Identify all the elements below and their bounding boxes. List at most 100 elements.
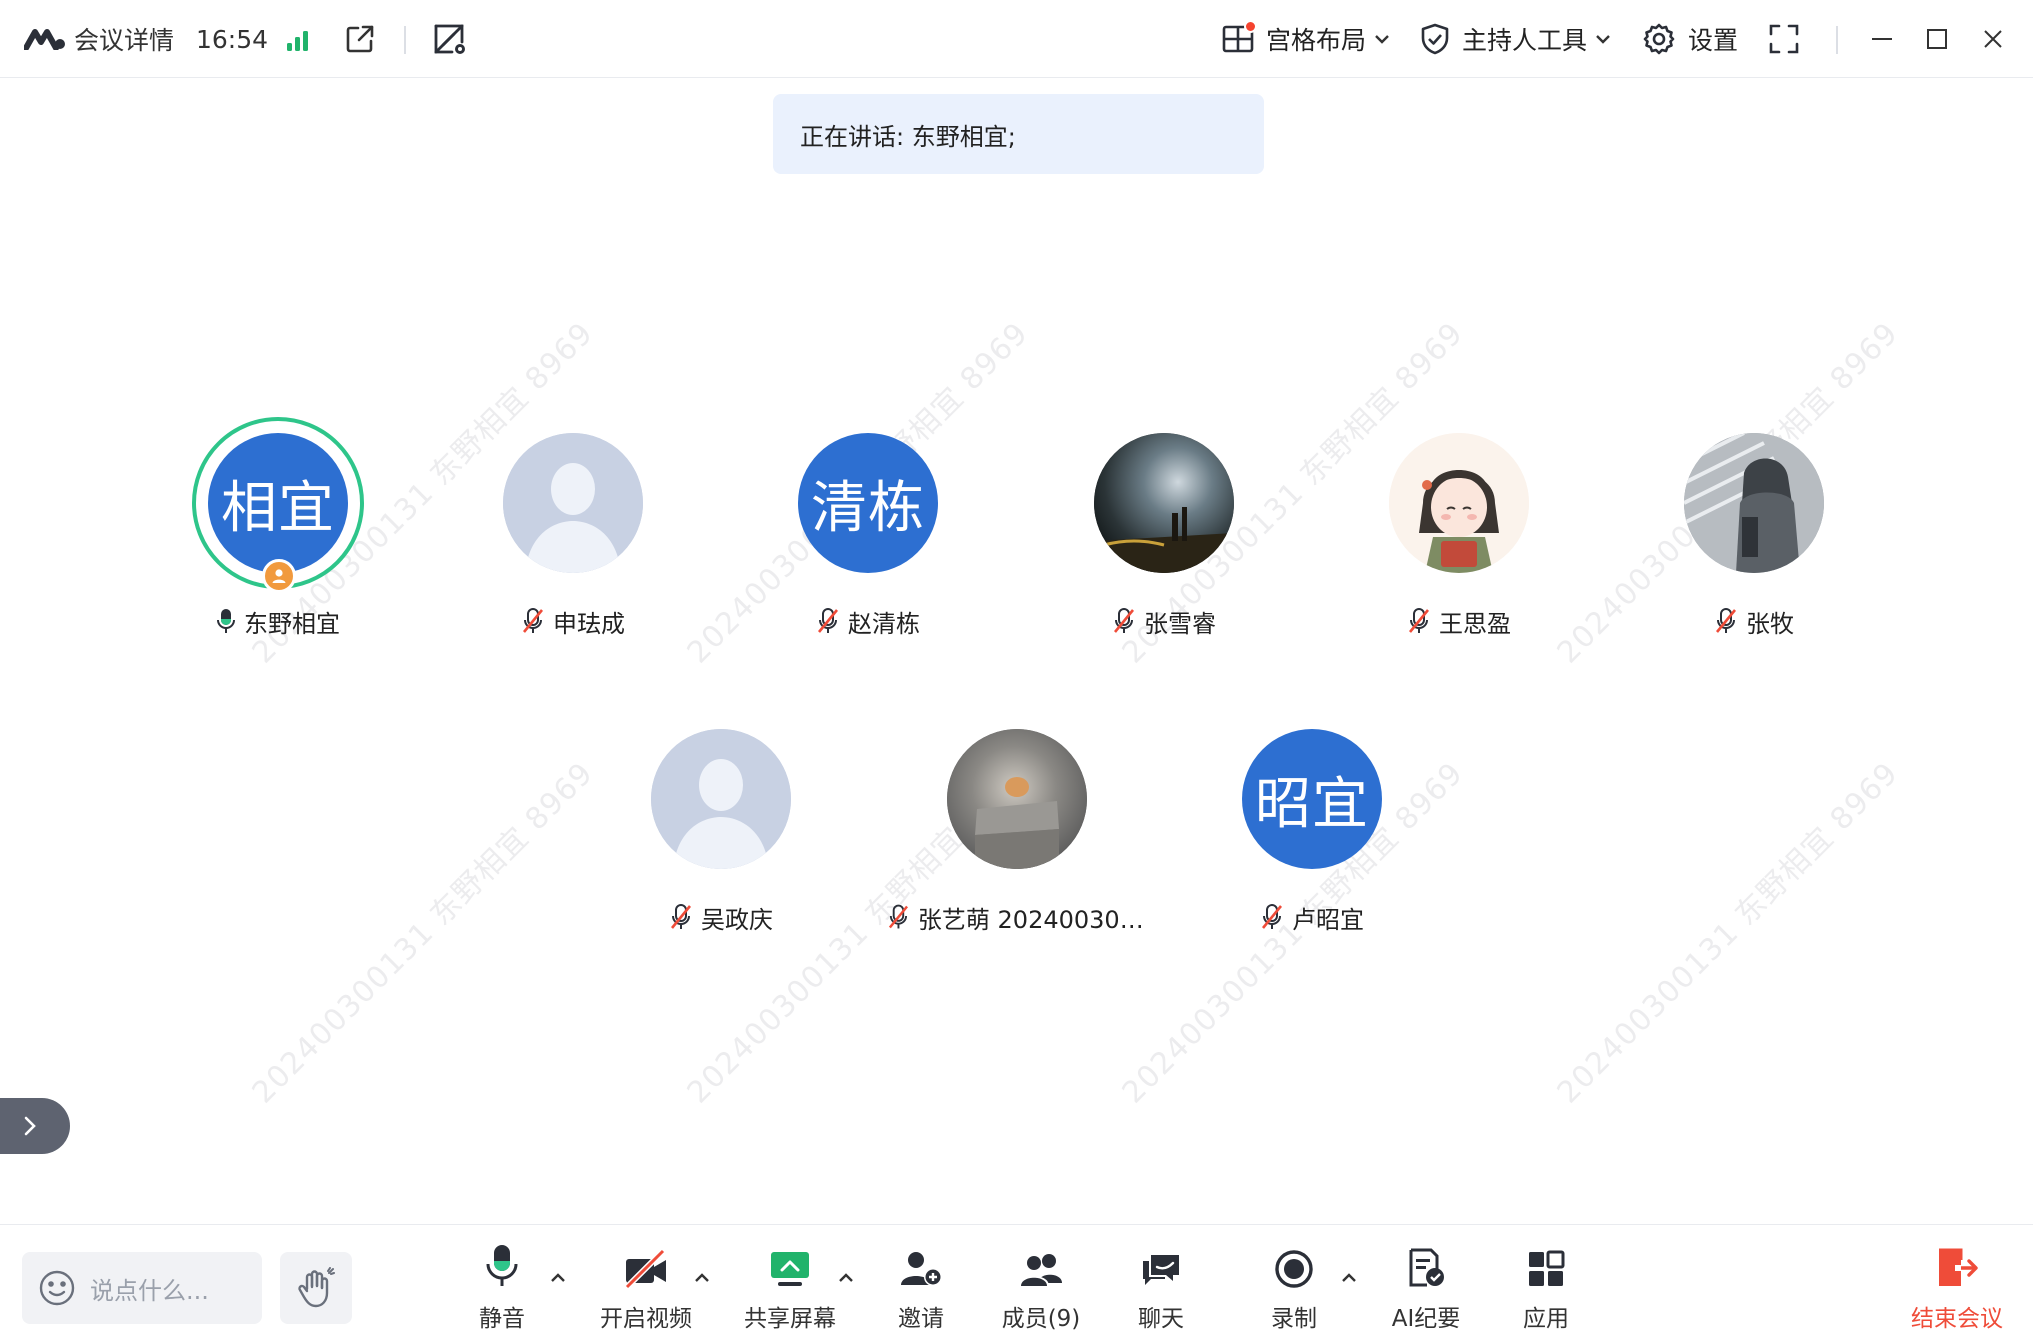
network-signal-icon[interactable] <box>286 0 314 78</box>
video-options-caret-icon[interactable] <box>693 1269 711 1287</box>
record-label: 录制 <box>1271 1306 1317 1332</box>
avatar: 相宜 <box>192 417 364 593</box>
end-meeting-button[interactable]: 结束会议 <box>1897 1239 2017 1335</box>
close-button[interactable] <box>1982 0 2004 78</box>
participant-name: 赵清栋 <box>848 609 920 638</box>
participant-tile[interactable]: 昭宜 卢昭宜 <box>1182 729 1442 959</box>
host-tools-label: 主持人工具 <box>1462 26 1588 55</box>
invite-user-icon <box>901 1252 942 1286</box>
start-video-label: 开启视频 <box>600 1306 692 1332</box>
chat-label: 聊天 <box>1138 1306 1184 1332</box>
meeting-details-button[interactable]: 会议详情 <box>24 0 174 78</box>
emoji-icon <box>39 1270 75 1306</box>
avatar-photo <box>1684 433 1824 573</box>
meeting-time: 16:54 <box>196 0 268 78</box>
participant-tile[interactable]: 张艺萌 202400300... <box>887 729 1147 959</box>
network-settings-icon[interactable] <box>432 0 468 78</box>
members-button[interactable]: 成员(9) <box>986 1239 1096 1335</box>
apps-button[interactable]: 应用 <box>1491 1239 1601 1335</box>
mute-label: 静音 <box>479 1306 525 1332</box>
chat-button[interactable]: 聊天 <box>1106 1239 1216 1335</box>
participant-name: 王思盈 <box>1439 609 1511 638</box>
mic-muted-icon <box>1715 608 1737 633</box>
start-video-button[interactable]: 开启视频 <box>591 1239 701 1335</box>
end-meeting-label: 结束会议 <box>1911 1306 2003 1332</box>
mic-muted-icon <box>1261 904 1283 929</box>
toolbar-divider <box>1836 26 1838 54</box>
record-button[interactable]: 录制 <box>1239 1239 1349 1335</box>
participant-name: 张艺萌 202400300... <box>917 905 1147 934</box>
mute-button[interactable]: 静音 <box>447 1239 557 1335</box>
chat-input[interactable]: 说点什么... <box>22 1252 262 1324</box>
chat-icon <box>1143 1255 1179 1285</box>
raise-hand-icon <box>298 1267 335 1308</box>
avatar-photo <box>1094 433 1234 573</box>
gear-icon <box>1643 23 1675 55</box>
invite-label: 邀请 <box>898 1306 944 1332</box>
record-icon <box>1275 1250 1313 1288</box>
participant-name: 张牧 <box>1746 609 1794 638</box>
avatar: 昭宜 <box>1242 729 1382 869</box>
microphone-icon <box>486 1245 518 1286</box>
toolbar-divider <box>404 26 406 54</box>
avatar-initials: 相宜 <box>208 433 348 573</box>
share-screen-icon <box>771 1252 809 1286</box>
chevron-down-icon <box>1375 35 1389 44</box>
avatar-photo <box>947 729 1087 869</box>
share-screen-label: 共享屏幕 <box>744 1306 836 1332</box>
record-options-caret-icon[interactable] <box>1340 1269 1358 1287</box>
mic-on-icon <box>217 609 235 633</box>
mic-muted-icon <box>888 904 909 929</box>
participant-name: 张雪睿 <box>1144 609 1216 638</box>
meeting-window: 会议详情 16:54 宫格布局 主持人工具 设置 正在讲话: 东野相宜; 202… <box>0 0 2033 1342</box>
host-tools-button[interactable]: 主持人工具 <box>1420 0 1611 78</box>
share-link-icon[interactable] <box>344 0 376 78</box>
members-icon <box>1018 1254 1062 1287</box>
close-icon <box>1984 30 2002 48</box>
raise-hand-button[interactable] <box>280 1252 352 1324</box>
ai-minutes-label: AI纪要 <box>1391 1306 1461 1332</box>
maximize-button[interactable] <box>1926 0 1948 78</box>
avatar <box>503 433 643 573</box>
invite-button[interactable]: 邀请 <box>866 1239 976 1335</box>
grid-layout-button[interactable]: 宫格布局 <box>1222 0 1390 78</box>
participant-name: 吴政庆 <box>701 905 773 934</box>
speaking-text: 正在讲话: 东野相宜; <box>800 122 1016 151</box>
settings-label: 设置 <box>1688 26 1739 55</box>
host-badge-icon <box>262 559 296 593</box>
share-options-caret-icon[interactable] <box>837 1269 855 1287</box>
expand-sidebar-button[interactable] <box>0 1098 70 1154</box>
meeting-time-text: 16:54 <box>196 24 269 54</box>
participant-tile[interactable]: 张牧 <box>1624 433 1884 663</box>
meeting-details-label: 会议详情 <box>74 26 175 55</box>
participant-tile[interactable]: 清栋 赵清栋 <box>738 433 998 663</box>
watermark-text: 202400300131 东野相宜 8969 <box>245 755 601 1111</box>
maximize-icon <box>1927 29 1947 49</box>
participant-tile[interactable]: 相宜 东野相宜 <box>148 417 408 663</box>
participant-tile[interactable]: 王思盈 <box>1329 433 1589 663</box>
avatar: 清栋 <box>798 433 938 573</box>
participant-tile[interactable]: 申珐成 <box>443 433 703 663</box>
avatar-photo <box>1389 433 1529 573</box>
default-avatar-icon <box>651 729 791 869</box>
settings-button[interactable]: 设置 <box>1642 0 1738 78</box>
ai-minutes-button[interactable]: AI纪要 <box>1371 1239 1481 1335</box>
minimize-button[interactable] <box>1870 0 1894 78</box>
participant-tile[interactable]: 吴政庆 <box>591 729 851 959</box>
fullscreen-icon[interactable] <box>1768 0 1800 78</box>
participant-tile[interactable]: 张雪睿 <box>1034 433 1294 663</box>
top-bar: 会议详情 16:54 宫格布局 主持人工具 设置 <box>0 0 2033 78</box>
avatar <box>1094 433 1234 573</box>
grid-layout-icon <box>1222 20 1257 54</box>
share-screen-button[interactable]: 共享屏幕 <box>735 1239 845 1335</box>
audio-options-caret-icon[interactable] <box>549 1269 567 1287</box>
speaking-indicator-banner: 正在讲话: 东野相宜; <box>773 94 1264 174</box>
ai-minutes-icon <box>1409 1248 1444 1287</box>
app-logo-icon <box>24 29 65 50</box>
avatar <box>947 729 1087 869</box>
chevron-down-icon <box>1596 35 1610 44</box>
participant-name: 申珐成 <box>553 609 625 638</box>
apps-label: 应用 <box>1523 1306 1569 1332</box>
avatar <box>1684 433 1824 573</box>
watermark-text: 202400300131 东野相宜 8969 <box>1550 755 1906 1111</box>
